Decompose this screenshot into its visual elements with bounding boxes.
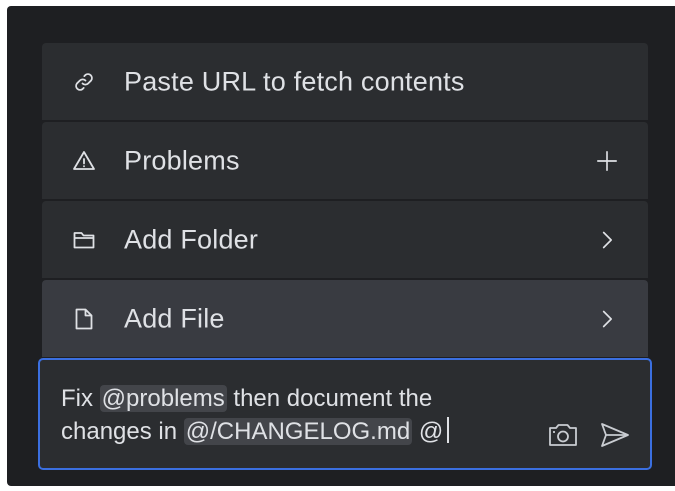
file-icon	[72, 307, 96, 331]
menu-item-label: Add Folder	[124, 224, 259, 254]
context-menu: Paste URL to fetch contents Problems Add…	[42, 43, 648, 359]
menu-item-label: Paste URL to fetch contents	[124, 66, 465, 96]
input-text-segment: @	[412, 418, 444, 445]
menu-item-label: Add File	[124, 303, 225, 333]
send-icon[interactable]	[598, 420, 632, 450]
plus-icon[interactable]	[596, 150, 618, 172]
input-text-segment: Fix	[61, 385, 100, 412]
menu-item-problems[interactable]: Problems	[42, 122, 648, 199]
menu-item-paste-url[interactable]: Paste URL to fetch contents	[42, 43, 648, 120]
input-line-2: changes in @/CHANGELOG.md @	[61, 415, 531, 448]
chat-input-text[interactable]: Fix @problems then document the changes …	[61, 382, 531, 448]
menu-item-add-file[interactable]: Add File	[42, 280, 648, 357]
folder-icon	[72, 228, 96, 252]
camera-icon[interactable]	[546, 420, 580, 450]
input-text-segment: changes in	[61, 418, 184, 445]
input-actions	[546, 420, 632, 450]
input-text-segment: then document the	[226, 385, 433, 412]
chevron-right-icon	[596, 308, 618, 330]
link-icon	[72, 70, 96, 94]
text-caret	[447, 417, 450, 443]
chevron-right-icon	[596, 229, 618, 251]
mention-problems[interactable]: @problems	[99, 385, 227, 412]
menu-item-add-folder[interactable]: Add Folder	[42, 201, 648, 278]
warning-icon	[72, 149, 96, 173]
menu-item-label: Problems	[124, 145, 240, 175]
mention-changelog[interactable]: @/CHANGELOG.md	[183, 418, 413, 445]
input-line-1: Fix @problems then document the	[61, 382, 531, 415]
chat-input[interactable]: Fix @problems then document the changes …	[38, 358, 652, 470]
